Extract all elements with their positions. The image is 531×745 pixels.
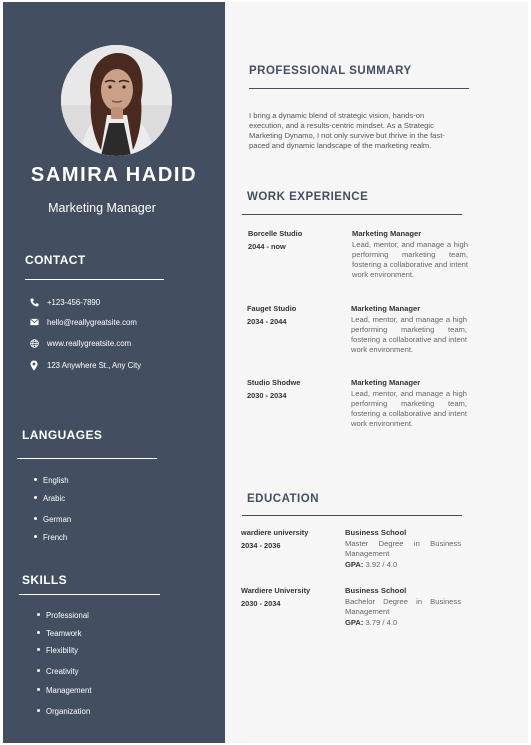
experience-role: Marketing Manager — [352, 229, 422, 238]
contact-website[interactable]: www.reallygreatsite.com — [47, 339, 131, 348]
skills-divider — [19, 594, 160, 595]
language-item: Arabic — [34, 494, 65, 503]
experience-title: WORK EXPERIENCE — [247, 191, 369, 203]
contact-phone-row: +123-456-7890 — [28, 295, 100, 309]
summary-divider — [249, 88, 469, 89]
education-program: Business School — [345, 528, 407, 537]
education-school: Wardiere University — [241, 586, 311, 595]
gpa-label: GPA: — [345, 560, 364, 569]
sidebar: SAMIRA HADID Marketing Manager CONTACT +… — [3, 2, 225, 743]
skill-item: Creativity — [37, 667, 79, 676]
summary-title: PROFESSIONAL SUMMARY — [249, 65, 412, 77]
education-dates: 2034 - 2036 — [241, 541, 281, 550]
resume-page: SAMIRA HADID Marketing Manager CONTACT +… — [0, 0, 531, 745]
globe-icon — [28, 337, 40, 349]
education-school: wardiere university — [241, 528, 309, 537]
experience-divider — [242, 214, 462, 215]
language-item: German — [34, 515, 71, 524]
phone-icon — [28, 296, 40, 308]
languages-title: LANGUAGES — [22, 428, 103, 442]
contact-address-row: 123 Anywhere St., Any City — [28, 358, 141, 372]
gpa-label: GPA: — [345, 618, 364, 627]
education-dates: 2030 - 2034 — [241, 599, 281, 608]
contact-title: CONTACT — [25, 253, 86, 267]
experience-org: Borcelle Studio — [248, 229, 303, 238]
languages-divider — [17, 458, 157, 459]
location-pin-icon — [28, 359, 40, 371]
experience-org: Studio Shodwe — [247, 378, 301, 387]
experience-role: Marketing Manager — [351, 378, 421, 387]
education-degree: Master Degree in Business Management — [345, 539, 461, 558]
experience-dates: 2034 - 2044 — [247, 317, 287, 326]
experience-desc: Lead, mentor, and manage a high performi… — [351, 315, 467, 354]
education-gpa: GPA: 3.79 / 4.0 — [345, 618, 397, 627]
skill-item: Organization — [37, 707, 90, 716]
profile-name: SAMIRA HADID — [30, 164, 198, 186]
skill-item: Professional — [37, 611, 89, 620]
education-title: EDUCATION — [247, 493, 320, 505]
profile-photo — [61, 45, 172, 156]
experience-role: Marketing Manager — [351, 304, 421, 313]
gpa-value: 3.79 / 4.0 — [365, 618, 398, 627]
experience-dates: 2044 - now — [248, 242, 286, 251]
contact-email[interactable]: hello@reallygreatsite.com — [47, 318, 137, 327]
experience-desc: Lead, mentor, and manage a high performi… — [352, 240, 468, 279]
contact-phone: +123-456-7890 — [47, 297, 101, 307]
contact-address: 123 Anywhere St., Any City — [47, 360, 142, 370]
skill-item: Management — [37, 686, 92, 695]
language-item: English — [34, 476, 69, 485]
contact-divider — [25, 279, 164, 280]
skills-title: SKILLS — [22, 573, 68, 587]
education-divider — [242, 515, 462, 516]
experience-desc: Lead, mentor, and manage a high performi… — [351, 389, 467, 428]
contact-email-row: hello@reallygreatsite.com — [28, 315, 137, 329]
experience-org: Fauget Studio — [247, 304, 297, 313]
summary-text: I bring a dynamic blend of strategic vis… — [249, 111, 445, 150]
contact-website-row: www.reallygreatsite.com — [28, 336, 131, 350]
education-degree: Bachelor Degree in Business Management — [345, 597, 461, 616]
main-content: PROFESSIONAL SUMMARY I bring a dynamic b… — [225, 2, 528, 743]
skill-item: Flexibility — [37, 646, 78, 655]
education-gpa: GPA: 3.92 / 4.0 — [345, 560, 397, 569]
education-program: Business School — [345, 586, 407, 595]
experience-dates: 2030 - 2034 — [247, 391, 287, 400]
email-icon — [28, 316, 40, 328]
language-item: French — [34, 533, 67, 542]
profile-role: Marketing Manager — [48, 201, 156, 215]
profile-photo-image — [61, 45, 172, 156]
skill-item: Teamwork — [37, 629, 82, 638]
gpa-value: 3.92 / 4.0 — [365, 560, 398, 569]
